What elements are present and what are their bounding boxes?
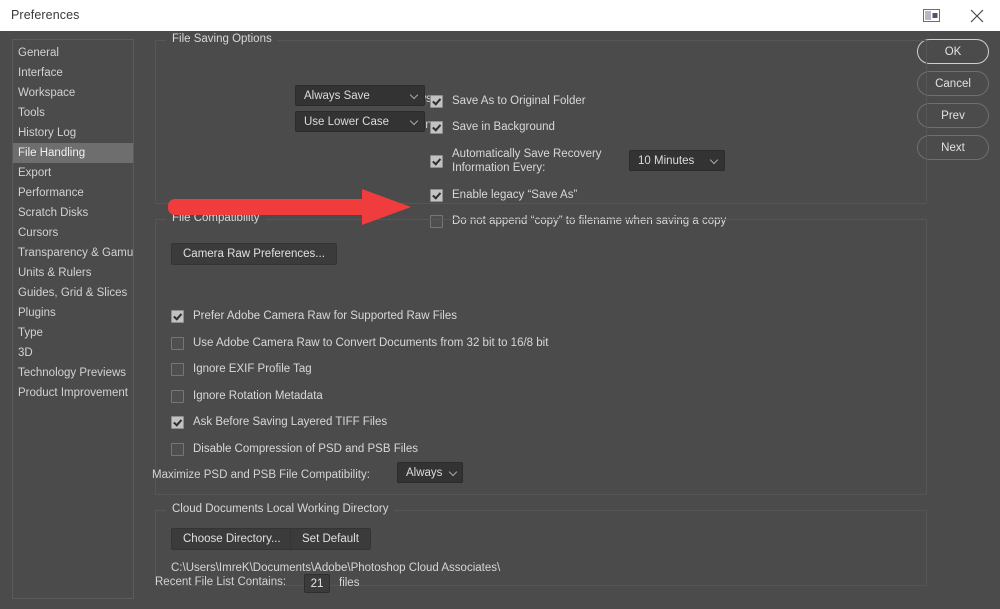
- enable-legacy-save-as-label: Enable legacy “Save As”: [452, 189, 578, 201]
- ignore-exif-profile-tag-checkbox[interactable]: Ignore EXIF Profile Tag: [171, 362, 312, 376]
- sidebar-item-scratch-disks[interactable]: Scratch Disks: [13, 203, 133, 223]
- sidebar-item-product-improvement[interactable]: Product Improvement: [13, 383, 133, 403]
- sidebar-item-file-handling[interactable]: File Handling: [13, 143, 133, 163]
- sidebar-item-units-rulers[interactable]: Units & Rulers: [13, 263, 133, 283]
- recent-file-list-label: Recent File List Contains:: [155, 576, 287, 588]
- image-previews-select[interactable]: Always Save: [295, 85, 425, 106]
- sidebar-item-interface[interactable]: Interface: [13, 63, 133, 83]
- save-as-original-folder-checkbox[interactable]: Save As to Original Folder: [430, 94, 586, 108]
- file-compatibility-legend: File Compatibility: [166, 212, 266, 224]
- dialog-action-buttons: OK Cancel Prev Next: [917, 39, 989, 160]
- camera-raw-preferences-button[interactable]: Camera Raw Preferences...: [171, 243, 337, 265]
- chevron-down-icon: [411, 117, 420, 126]
- recovery-interval-select[interactable]: 10 Minutes: [629, 150, 725, 171]
- sidebar-item-transparency-gamut[interactable]: Transparency & Gamut: [13, 243, 133, 263]
- set-default-button[interactable]: Set Default: [290, 528, 371, 550]
- sidebar-item-plugins[interactable]: Plugins: [13, 303, 133, 323]
- ignore-rotation-metadata-label: Ignore Rotation Metadata: [193, 390, 323, 402]
- ignore-rotation-metadata-checkbox[interactable]: Ignore Rotation Metadata: [171, 389, 323, 403]
- preferences-category-list: General Interface Workspace Tools Histor…: [12, 39, 134, 599]
- image-previews-value: Always Save: [304, 89, 370, 102]
- close-icon[interactable]: [954, 0, 1000, 31]
- recovery-interval-value: 10 Minutes: [638, 154, 695, 167]
- maximize-compatibility-row: Maximize PSD and PSB File Compatibility:: [152, 469, 370, 481]
- recent-file-list-input[interactable]: 21: [304, 574, 330, 593]
- disable-compression-psd-psb-label: Disable Compression of PSD and PSB Files: [193, 443, 418, 455]
- disable-compression-psd-psb-checkbox[interactable]: Disable Compression of PSD and PSB Files: [171, 442, 418, 456]
- cancel-button[interactable]: Cancel: [917, 71, 989, 96]
- save-as-original-folder-label: Save As to Original Folder: [452, 95, 586, 107]
- checkbox-indicator: [171, 390, 184, 403]
- title-bar-buttons: [908, 0, 1000, 31]
- file-extension-value: Use Lower Case: [304, 115, 390, 128]
- chevron-down-icon: [711, 156, 720, 165]
- auto-save-recovery-label: Automatically Save Recovery Information …: [452, 148, 602, 174]
- file-handling-panel: File Saving Options Image Previews: Alwa…: [147, 31, 927, 609]
- checkbox-indicator: [430, 95, 443, 108]
- sidebar-item-guides-grid-slices[interactable]: Guides, Grid & Slices: [13, 283, 133, 303]
- save-in-background-label: Save in Background: [452, 121, 555, 133]
- title-bar: Preferences: [0, 0, 1000, 32]
- sidebar-item-general[interactable]: General: [13, 43, 133, 63]
- ask-before-saving-layered-tiff-checkbox[interactable]: Ask Before Saving Layered TIFF Files: [171, 415, 387, 429]
- sidebar-item-performance[interactable]: Performance: [13, 183, 133, 203]
- file-extension-select[interactable]: Use Lower Case: [295, 111, 425, 132]
- prev-button[interactable]: Prev: [917, 103, 989, 128]
- sidebar-item-workspace[interactable]: Workspace: [13, 83, 133, 103]
- maximize-compatibility-label: Maximize PSD and PSB File Compatibility:: [152, 469, 370, 481]
- auto-save-recovery-checkbox[interactable]: Automatically Save Recovery Information …: [430, 147, 602, 175]
- maximize-compatibility-select[interactable]: Always: [397, 462, 463, 483]
- choose-directory-button[interactable]: Choose Directory...: [171, 528, 293, 550]
- sidebar-item-technology-previews[interactable]: Technology Previews: [13, 363, 133, 383]
- prefer-camera-raw-checkbox[interactable]: Prefer Adobe Camera Raw for Supported Ra…: [171, 309, 457, 323]
- sidebar-item-history-log[interactable]: History Log: [13, 123, 133, 143]
- file-saving-options-legend: File Saving Options: [166, 33, 278, 45]
- checkbox-indicator: [171, 443, 184, 456]
- prefer-camera-raw-label: Prefer Adobe Camera Raw for Supported Ra…: [193, 310, 457, 322]
- checkbox-indicator: [430, 121, 443, 134]
- cloud-working-directory-path: C:\Users\ImreK\Documents\Adobe\Photoshop…: [171, 562, 501, 574]
- recent-file-list-row: Recent File List Contains:: [155, 576, 286, 588]
- ok-button[interactable]: OK: [917, 39, 989, 64]
- window-title: Preferences: [11, 8, 80, 22]
- checkbox-indicator: [430, 189, 443, 202]
- checkbox-indicator: [430, 155, 443, 168]
- sidebar-item-3d[interactable]: 3D: [13, 343, 133, 363]
- save-in-background-checkbox[interactable]: Save in Background: [430, 120, 555, 134]
- sidebar-item-export[interactable]: Export: [13, 163, 133, 183]
- sidebar-item-cursors[interactable]: Cursors: [13, 223, 133, 243]
- enable-legacy-save-as-checkbox[interactable]: Enable legacy “Save As”: [430, 188, 577, 202]
- convert-32-to-16-8-checkbox[interactable]: Use Adobe Camera Raw to Convert Document…: [171, 336, 548, 350]
- maximize-compatibility-value: Always: [406, 466, 443, 479]
- checkbox-indicator: [171, 416, 184, 429]
- next-button[interactable]: Next: [917, 135, 989, 160]
- ignore-exif-profile-tag-label: Ignore EXIF Profile Tag: [193, 363, 312, 375]
- chevron-down-icon: [450, 468, 459, 477]
- sidebar-item-tools[interactable]: Tools: [13, 103, 133, 123]
- ask-before-saving-layered-tiff-label: Ask Before Saving Layered TIFF Files: [193, 416, 388, 428]
- chevron-down-icon: [411, 91, 420, 100]
- recent-file-list-suffix: files: [339, 577, 360, 589]
- dialog-content: General Interface Workspace Tools Histor…: [0, 31, 1000, 609]
- checkbox-indicator: [171, 363, 184, 376]
- preferences-window: Preferences General Interface Workspace …: [0, 0, 1000, 609]
- checkbox-indicator: [171, 310, 184, 323]
- cloud-documents-legend: Cloud Documents Local Working Directory: [166, 503, 395, 515]
- checkbox-indicator: [171, 337, 184, 350]
- convert-32-to-16-8-label: Use Adobe Camera Raw to Convert Document…: [193, 337, 549, 349]
- panel-layout-icon[interactable]: [908, 0, 954, 31]
- sidebar-item-type[interactable]: Type: [13, 323, 133, 343]
